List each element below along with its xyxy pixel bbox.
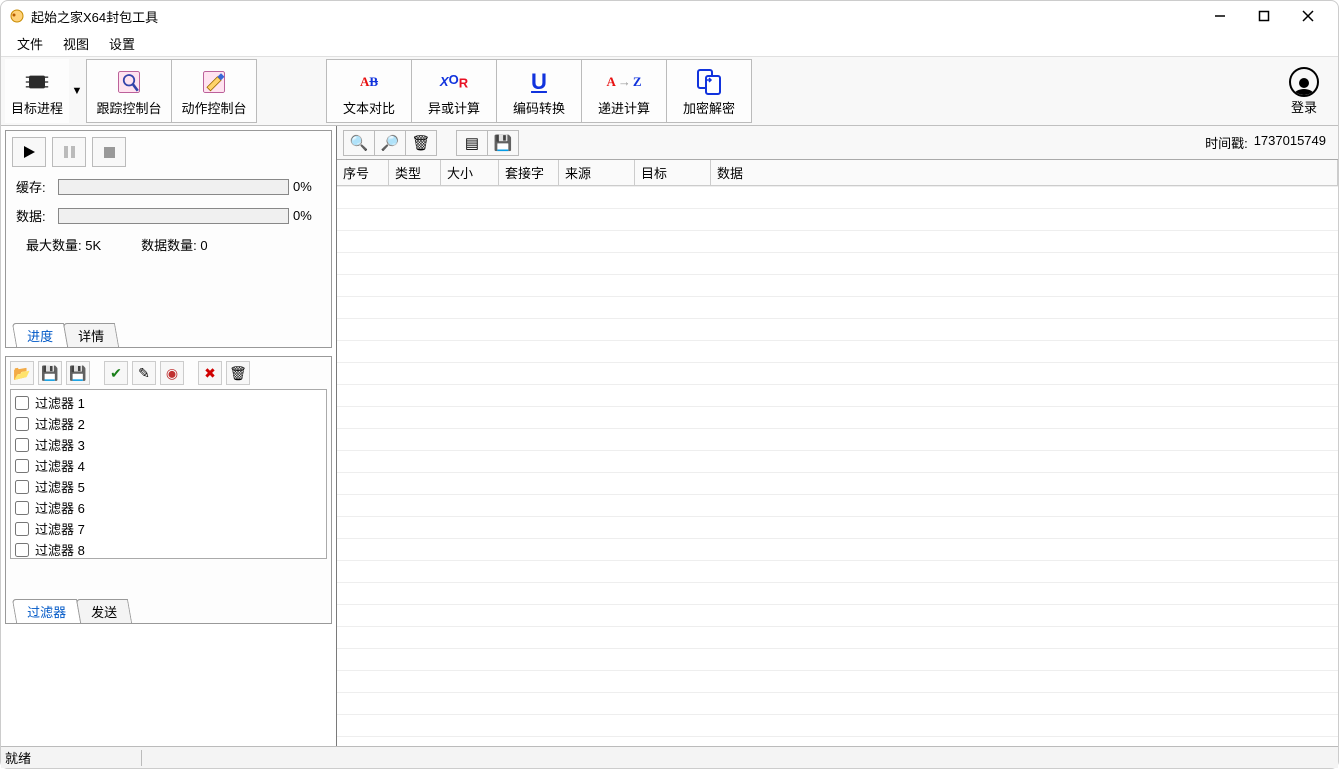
list-item[interactable]: 过滤器 7 — [13, 518, 324, 539]
edit-button[interactable]: ✎ — [132, 361, 156, 385]
avatar-icon — [1289, 67, 1319, 97]
pause-button[interactable] — [52, 137, 86, 167]
login-button[interactable]: 登录 — [1274, 59, 1334, 123]
filter-panel: 📂 💾 💾 ✔ ✎ ◉ ✖ 🗑 过滤器 1 过滤器 2 过滤器 3 过滤器 4 … — [5, 356, 332, 624]
filter-list[interactable]: 过滤器 1 过滤器 2 过滤器 3 过滤器 4 过滤器 5 过滤器 6 过滤器 … — [10, 389, 327, 559]
window-title: 起始之家X64封包工具 — [31, 7, 1198, 26]
tab-filter[interactable]: 过滤器 — [12, 599, 81, 623]
delete-button[interactable]: ✖ — [198, 361, 222, 385]
save-button[interactable]: 💾 — [38, 361, 62, 385]
timestamp-label: 时间戳: — [1205, 133, 1248, 152]
close-button[interactable] — [1286, 1, 1330, 31]
progress-panel: 缓存: 0% 数据: 0% 最大数量: 5K 数据数量: 0 进度 详情 — [5, 130, 332, 348]
trash-button[interactable]: 🗑 — [226, 361, 250, 385]
save-all-button[interactable]: 💾 — [66, 361, 90, 385]
open-button[interactable]: 📂 — [10, 361, 34, 385]
minimize-button[interactable] — [1198, 1, 1242, 31]
col-socket[interactable]: 套接字 — [499, 160, 559, 185]
chip-icon — [21, 66, 53, 98]
app-icon — [9, 8, 25, 24]
status-bar: 就绪 — [1, 746, 1338, 768]
grid-body[interactable] — [337, 186, 1338, 746]
tab-progress[interactable]: 进度 — [12, 323, 68, 347]
status-divider — [141, 750, 142, 766]
col-data[interactable]: 数据 — [711, 160, 1338, 185]
edit-doc-icon — [198, 66, 230, 98]
stop-button[interactable] — [92, 137, 126, 167]
data-pct: 0% — [293, 208, 321, 223]
content-area: 缓存: 0% 数据: 0% 最大数量: 5K 数据数量: 0 进度 详情 — [1, 126, 1338, 746]
max-count: 最大数量: 5K — [26, 235, 101, 254]
sub-toolbar: 🔍 🔎 🗑 ▤ 💾 时间戳: 1737015749 — [337, 126, 1338, 160]
target-process-button[interactable]: 目标进程 — [5, 59, 69, 123]
menu-settings[interactable]: 设置 — [99, 31, 145, 56]
menu-bar: 文件 视图 设置 — [1, 31, 1338, 57]
filter-checkbox[interactable] — [15, 501, 29, 515]
data-count: 数据数量: 0 — [141, 235, 207, 254]
list-item[interactable]: 过滤器 8 — [13, 539, 324, 559]
timestamp-value: 1737015749 — [1254, 133, 1326, 152]
zoom-in-button[interactable]: 🔍 — [343, 130, 375, 156]
magnifier-doc-icon — [113, 66, 145, 98]
target-process-dropdown[interactable]: ▼ — [68, 71, 86, 111]
col-source[interactable]: 来源 — [559, 160, 635, 185]
list-item[interactable]: 过滤器 6 — [13, 497, 324, 518]
radix-calc-button[interactable]: A→Z 递进计算 — [581, 59, 667, 123]
cache-progress — [58, 179, 289, 195]
filter-checkbox[interactable] — [15, 480, 29, 494]
data-label: 数据: — [16, 206, 58, 225]
left-pane: 缓存: 0% 数据: 0% 最大数量: 5K 数据数量: 0 进度 详情 — [1, 126, 337, 746]
cache-pct: 0% — [293, 179, 321, 194]
list-view-button[interactable]: ▤ — [456, 130, 488, 156]
filter-checkbox[interactable] — [15, 396, 29, 410]
xor-calc-button[interactable]: XOR 异或计算 — [411, 59, 497, 123]
text-compare-button[interactable]: AB 文本对比 — [326, 59, 412, 123]
col-type[interactable]: 类型 — [389, 160, 441, 185]
encode-convert-button[interactable]: U 编码转换 — [496, 59, 582, 123]
xor-icon: XOR — [440, 66, 468, 98]
list-item[interactable]: 过滤器 5 — [13, 476, 324, 497]
tab-details[interactable]: 详情 — [63, 323, 119, 347]
cache-label: 缓存: — [16, 177, 58, 196]
maximize-button[interactable] — [1242, 1, 1286, 31]
ab-icon: AB — [360, 66, 378, 98]
main-toolbar: 目标进程 ▼ 跟踪控制台 动作控制台 AB 文本对比 XOR 异或计算 U 编码… — [1, 57, 1338, 126]
status-text: 就绪 — [5, 748, 31, 767]
data-progress — [58, 208, 289, 224]
list-item[interactable]: 过滤器 4 — [13, 455, 324, 476]
filter-checkbox[interactable] — [15, 543, 29, 557]
trace-console-button[interactable]: 跟踪控制台 — [86, 59, 172, 123]
list-item[interactable]: 过滤器 2 — [13, 413, 324, 434]
filter-checkbox[interactable] — [15, 522, 29, 536]
right-pane: 🔍 🔎 🗑 ▤ 💾 时间戳: 1737015749 序号 类型 大小 套接字 来… — [337, 126, 1338, 746]
filter-checkbox[interactable] — [15, 438, 29, 452]
menu-view[interactable]: 视图 — [53, 31, 99, 56]
list-item[interactable]: 过滤器 3 — [13, 434, 324, 455]
save-packet-button[interactable]: 💾 — [487, 130, 519, 156]
trash-button-2[interactable]: 🗑 — [405, 130, 437, 156]
list-item[interactable]: 过滤器 1 — [13, 392, 324, 413]
filter-checkbox[interactable] — [15, 417, 29, 431]
zoom-out-button[interactable]: 🔎 — [374, 130, 406, 156]
crypto-button[interactable]: 加密解密 — [666, 59, 752, 123]
col-size[interactable]: 大小 — [441, 160, 499, 185]
play-button[interactable] — [12, 137, 46, 167]
filter-checkbox[interactable] — [15, 459, 29, 473]
grid-header: 序号 类型 大小 套接字 来源 目标 数据 — [337, 160, 1338, 186]
col-index[interactable]: 序号 — [337, 160, 389, 185]
title-bar: 起始之家X64封包工具 — [1, 1, 1338, 31]
menu-file[interactable]: 文件 — [7, 31, 53, 56]
col-target[interactable]: 目标 — [635, 160, 711, 185]
tab-send[interactable]: 发送 — [76, 599, 132, 623]
toggle-button[interactable]: ◉ — [160, 361, 184, 385]
az-icon: A→Z — [606, 66, 641, 98]
underline-u-icon: U — [531, 66, 547, 98]
copy-files-icon — [694, 66, 724, 98]
check-button[interactable]: ✔ — [104, 361, 128, 385]
action-console-button[interactable]: 动作控制台 — [171, 59, 257, 123]
